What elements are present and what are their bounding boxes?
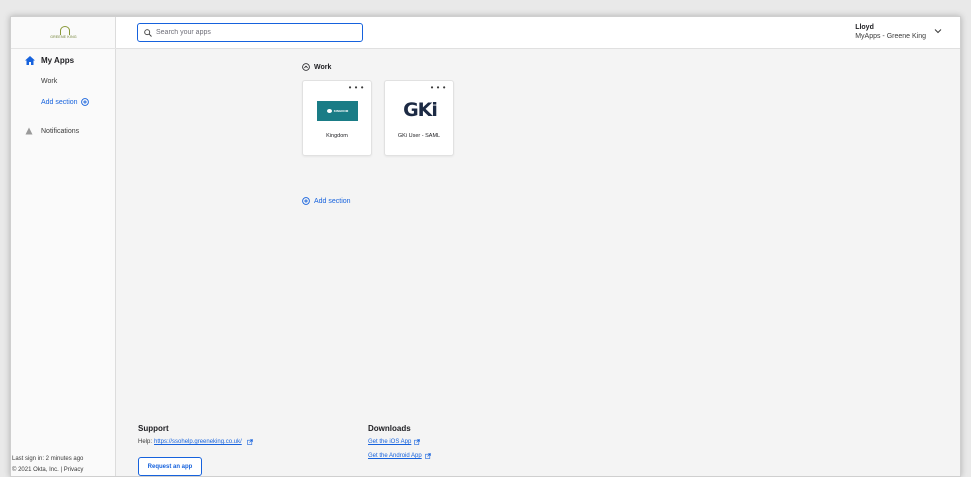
main-content: Work • • • KINGDOM Kingdom • • • GKi GKi…	[116, 50, 960, 476]
support-title: Support	[138, 424, 169, 433]
external-link-icon	[246, 439, 253, 445]
bell-icon	[25, 127, 33, 135]
app-window: GREENE KING My Apps Work Add section Not…	[10, 16, 961, 477]
logo-mark-icon	[58, 26, 70, 35]
section-title: Work	[314, 63, 332, 71]
collapse-chevron-icon	[302, 63, 310, 71]
help-link[interactable]: https://ssohelp.greeneking.co.uk/	[154, 439, 242, 445]
sidebar-item-label: Add section	[41, 98, 78, 106]
external-link-icon	[424, 453, 431, 459]
last-sign-in-text: Last sign in: 2 minutes ago	[12, 456, 84, 462]
home-icon	[25, 56, 35, 65]
help-line: Help: https://ssohelp.greeneking.co.uk/	[138, 439, 253, 445]
downloads-title: Downloads	[368, 424, 411, 433]
gki-logo-text: GKi	[403, 99, 438, 121]
android-download-row: Get the Android App	[368, 453, 431, 459]
ios-app-link[interactable]: Get the iOS App	[368, 439, 411, 445]
android-app-link[interactable]: Get the Android App	[368, 453, 422, 459]
app-tile-label: GKi User - SAML	[397, 133, 441, 139]
kingdom-logo-text: KINGDOM	[333, 109, 349, 113]
help-prefix: Help:	[138, 439, 153, 445]
app-tile-label: Kingdom	[326, 133, 348, 139]
logo-text: GREENE KING	[50, 35, 77, 39]
add-circle-icon	[80, 98, 89, 106]
external-link-icon	[414, 439, 421, 445]
section-header-work[interactable]: Work	[302, 63, 331, 71]
search-icon	[144, 28, 152, 37]
sidebar: GREENE KING My Apps Work Add section Not…	[11, 17, 116, 476]
add-circle-icon	[302, 197, 310, 205]
gki-logo: GKi	[399, 97, 441, 121]
request-app-button[interactable]: Request an app	[138, 457, 202, 476]
support-section: Support Help: https://ssohelp.greeneking…	[138, 424, 253, 445]
sidebar-footer: Last sign in: 2 minutes ago © 2021 Okta,…	[12, 454, 83, 476]
sidebar-item-label: My Apps	[41, 56, 75, 65]
sidebar-item-work[interactable]: Work	[41, 78, 57, 85]
copyright-text: © 2021 Okta, Inc.	[12, 467, 59, 473]
kingdom-logo-mark-icon	[326, 109, 332, 113]
user-org: MyApps - Greene King	[855, 33, 926, 40]
sidebar-item-label: Notifications	[41, 127, 80, 135]
sidebar-item-my-apps[interactable]: My Apps	[25, 56, 74, 65]
top-header: Lloyd MyApps - Greene King	[116, 17, 960, 49]
app-tile-kingdom[interactable]: • • • KINGDOM Kingdom	[302, 80, 372, 156]
user-menu[interactable]: Lloyd MyApps - Greene King	[855, 23, 926, 41]
chevron-down-icon[interactable]	[934, 28, 942, 34]
search-box[interactable]	[137, 23, 363, 42]
privacy-link[interactable]: Privacy	[64, 467, 84, 473]
add-section-label: Add section	[314, 197, 351, 205]
kingdom-logo: KINGDOM	[317, 101, 358, 121]
downloads-section: Downloads Get the iOS App Get the Androi…	[368, 424, 431, 467]
app-tile-gki-user-saml[interactable]: • • • GKi GKi User - SAML	[384, 80, 454, 156]
copyright-line: © 2021 Okta, Inc. | Privacy	[12, 467, 84, 473]
greene-king-logo[interactable]: GREENE KING	[11, 17, 116, 49]
sidebar-item-notifications[interactable]: Notifications	[25, 127, 79, 135]
add-section-button[interactable]: Add section	[302, 197, 351, 205]
search-input[interactable]	[156, 29, 356, 36]
more-options-icon[interactable]: • • •	[431, 84, 446, 92]
user-name: Lloyd	[855, 24, 874, 31]
ios-download-row: Get the iOS App	[368, 439, 431, 445]
sidebar-add-section-link[interactable]: Add section	[41, 98, 89, 106]
more-options-icon[interactable]: • • •	[349, 84, 364, 92]
